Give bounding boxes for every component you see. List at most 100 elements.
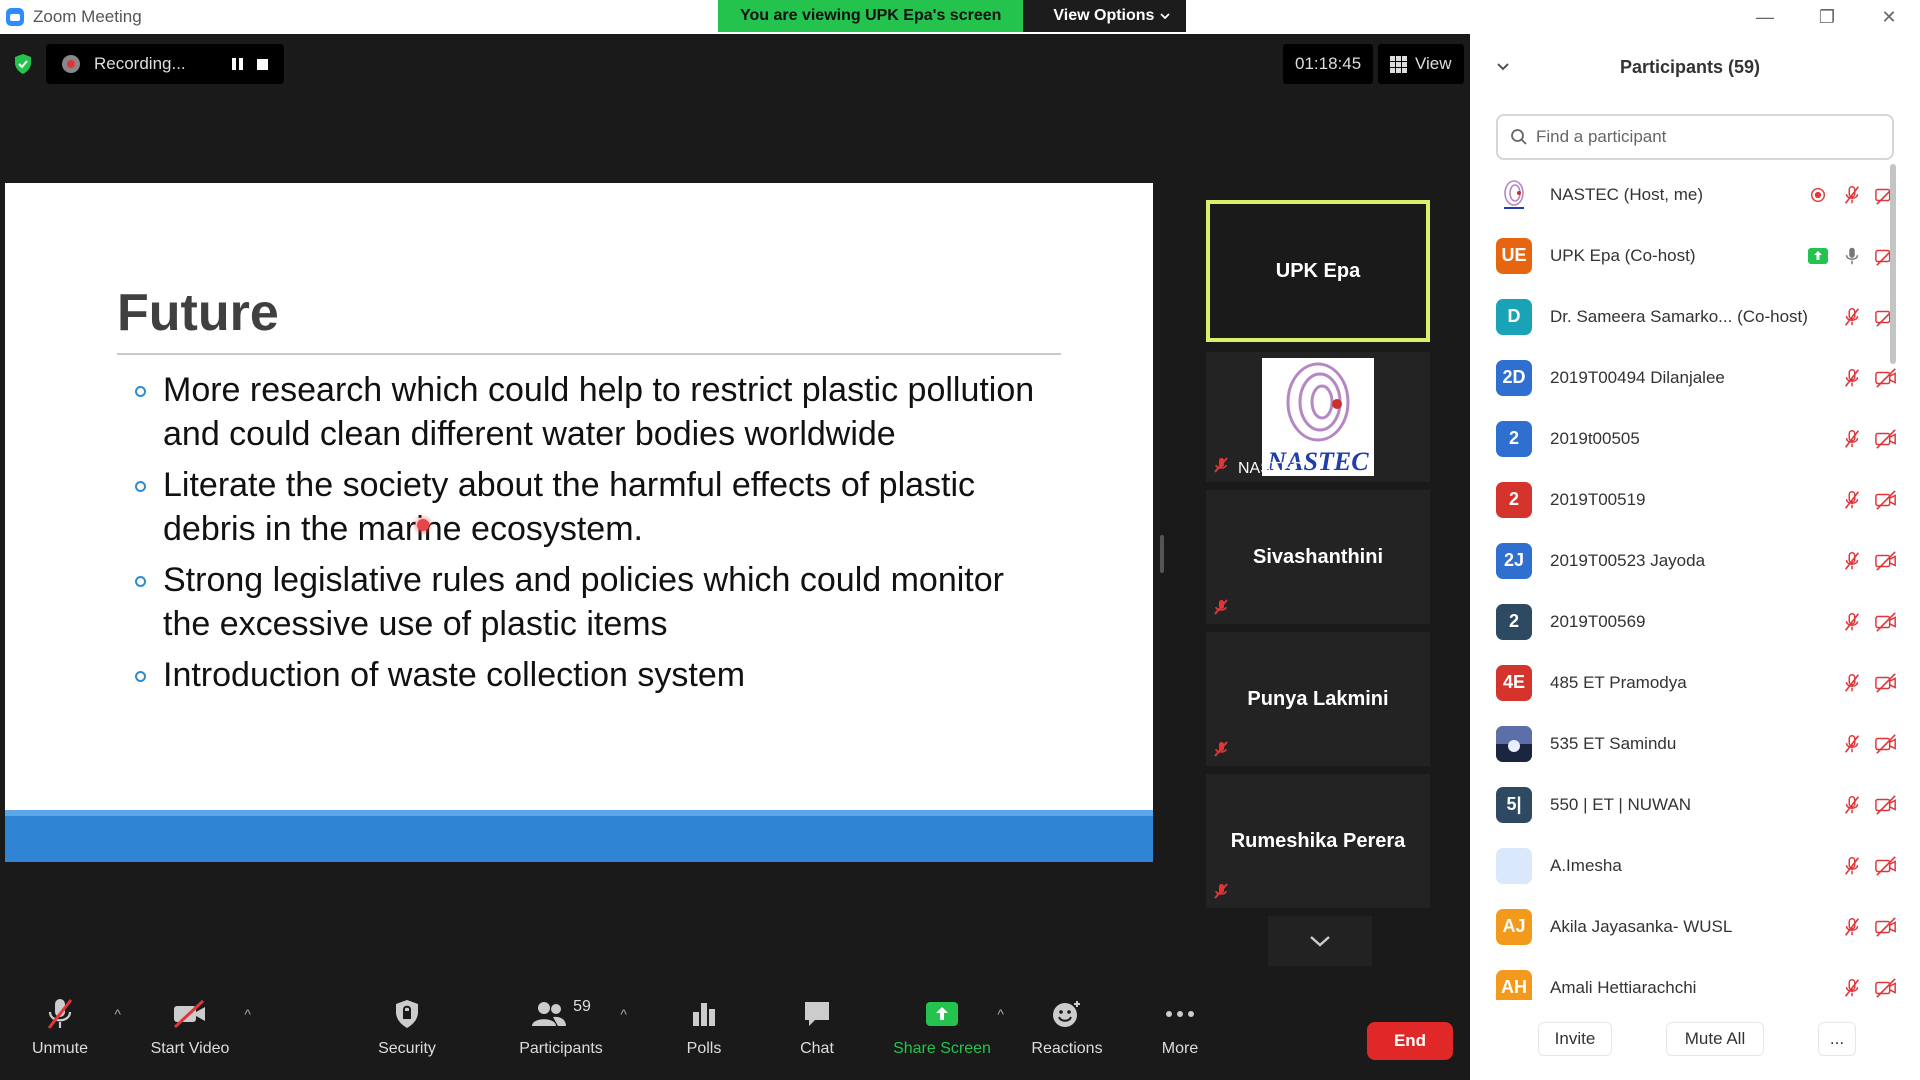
participant-name: 2019t00505 (1550, 428, 1640, 448)
avatar-initials: 2J (1503, 550, 1525, 570)
participant-row[interactable]: A.Imesha (1470, 835, 1906, 896)
pause-recording-icon[interactable] (231, 58, 243, 70)
share-screen-button[interactable]: Share Screen ^ (886, 992, 1004, 1072)
security-label: Security (378, 1040, 436, 1057)
recording-dot-icon (62, 55, 80, 73)
slide-title: Future (117, 284, 279, 342)
encryption-shield-icon[interactable] (10, 51, 36, 77)
participant-row[interactable]: 2D 2019T00494 Dilanjalee (1470, 347, 1906, 408)
slide-bullet: More research which could help to restri… (135, 368, 1055, 456)
video-tile-nastec[interactable]: NASTEC NASTEC (1206, 352, 1430, 482)
chat-label: Chat (800, 1040, 834, 1057)
avatar: 2D (1496, 359, 1532, 396)
participant-search-box[interactable] (1496, 114, 1894, 160)
participants-title: Participants (59) (1619, 56, 1761, 77)
chat-button[interactable]: Chat (762, 992, 872, 1072)
chevron-down-icon (1310, 936, 1330, 947)
participant-name: 535 ET Samindu (1550, 733, 1677, 753)
participant-name: NASTEC (Host, me) (1550, 184, 1704, 204)
view-button[interactable]: View (1378, 44, 1464, 84)
participant-row[interactable]: 5| 550 | ET | NUWAN (1470, 774, 1906, 835)
muted-mic-icon (1840, 366, 1864, 390)
stop-recording-icon[interactable] (256, 58, 268, 70)
avatar: 2J (1496, 542, 1532, 579)
avatar-initials: 2 (1508, 611, 1519, 631)
search-icon (1511, 129, 1527, 145)
view-label: View (1415, 54, 1452, 73)
recording-label: Recording... (94, 54, 186, 73)
security-shield-icon (396, 1000, 418, 1028)
security-button[interactable]: Security (352, 992, 462, 1072)
meeting-timer: 01:18:45 (1283, 44, 1374, 84)
restore-icon[interactable]: ❐ (1796, 0, 1858, 34)
invite-button[interactable]: Invite (1538, 1022, 1612, 1056)
split-resize-handle[interactable] (1160, 535, 1164, 573)
participant-row[interactable]: 2J 2019T00523 Jayoda (1470, 530, 1906, 591)
participant-row[interactable]: AH Amali Hettiarachchi (1470, 957, 1906, 1000)
caret-up-icon[interactable]: ^ (114, 1006, 121, 1022)
panel-more-button[interactable]: ... (1818, 1022, 1856, 1056)
polls-icon (693, 1003, 715, 1026)
muted-mic-icon (47, 999, 73, 1029)
caret-up-icon[interactable]: ^ (997, 1006, 1004, 1022)
video-tile-rumeshika-perera[interactable]: Rumeshika Perera (1206, 774, 1430, 908)
mute-all-button[interactable]: Mute All (1666, 1022, 1764, 1056)
more-button[interactable]: More (1125, 992, 1235, 1072)
video-tile-active-speaker[interactable]: UPK Epa (1206, 200, 1430, 342)
screen-share-banner: You are viewing UPK Epa's screen View Op… (718, 0, 1187, 32)
slide-divider (117, 353, 1061, 355)
participant-row[interactable]: 2 2019T00519 (1470, 469, 1906, 530)
participant-row[interactable]: D Dr. Sameera Samarko... (Co-host) (1470, 286, 1906, 347)
video-tile-sivashanthini[interactable]: Sivashanthini (1206, 490, 1430, 624)
participant-name: A.Imesha (1550, 855, 1622, 875)
start-video-button[interactable]: Start Video ^ (135, 992, 251, 1072)
view-options-label: View Options (1053, 7, 1155, 24)
muted-mic-icon (1840, 976, 1864, 1000)
slide-bullets: More research which could help to restri… (135, 368, 1055, 704)
participants-button[interactable]: 59 Participants ^ (501, 992, 627, 1072)
participants-footer: Invite Mute All ... (1470, 1018, 1920, 1062)
slide-bullet: Introduction of waste collection system (135, 653, 1055, 697)
participant-name: Akila Jayasanka- WUSL (1550, 916, 1733, 936)
muted-mic-icon (1840, 549, 1864, 573)
participant-row[interactable]: AJ Akila Jayasanka- WUSL (1470, 896, 1906, 957)
unmute-button[interactable]: Unmute ^ (5, 992, 121, 1072)
video-tile-punya-lakmini[interactable]: Punya Lakmini (1206, 632, 1430, 766)
muted-mic-icon (1214, 741, 1228, 757)
participants-scrollbar[interactable] (1888, 164, 1898, 1000)
reactions-label: Reactions (1031, 1040, 1103, 1057)
participant-row[interactable]: 2 2019T00569 (1470, 591, 1906, 652)
muted-mic-icon (1840, 854, 1864, 878)
window-title: Zoom Meeting (33, 7, 142, 26)
view-options-button[interactable]: View Options (1023, 0, 1187, 32)
participant-row[interactable]: NASTEC (Host, me) (1470, 164, 1906, 225)
avatar-initials: 2D (1502, 367, 1526, 387)
polls-button[interactable]: Polls (649, 992, 759, 1072)
minimize-icon[interactable]: — (1734, 0, 1796, 34)
participant-name: Amali Hettiarachchi (1550, 977, 1697, 997)
tile-name: Rumeshika Perera (1230, 829, 1406, 852)
avatar-initials: D (1507, 306, 1521, 326)
chevron-down-icon[interactable] (1496, 62, 1510, 72)
participant-row[interactable]: 2 2019t00505 (1470, 408, 1906, 469)
avatar: AH (1496, 969, 1532, 1000)
participants-icon (532, 1002, 567, 1026)
close-icon[interactable]: ✕ (1858, 0, 1920, 34)
avatar (1496, 725, 1532, 762)
mic-icon (1840, 244, 1864, 268)
avatar (1496, 176, 1532, 213)
more-label: More (1161, 1040, 1199, 1057)
participant-name: 2019T00569 (1550, 611, 1646, 631)
participant-row[interactable]: UE UPK Epa (Co-host) (1470, 225, 1906, 286)
tile-name: Sivashanthini (1252, 545, 1384, 568)
reactions-button[interactable]: Reactions (1012, 992, 1122, 1072)
participant-row[interactable]: 4E 485 ET Pramodya (1470, 652, 1906, 713)
caret-up-icon[interactable]: ^ (244, 1006, 251, 1022)
muted-mic-icon (1840, 915, 1864, 939)
participant-search-input[interactable] (1536, 127, 1876, 147)
gallery-scroll-down-button[interactable] (1268, 916, 1372, 966)
muted-mic-icon (1214, 599, 1228, 615)
caret-up-icon[interactable]: ^ (620, 1006, 627, 1022)
end-meeting-button[interactable]: End (1367, 1022, 1453, 1060)
participant-row[interactable]: 535 ET Samindu (1470, 713, 1906, 774)
